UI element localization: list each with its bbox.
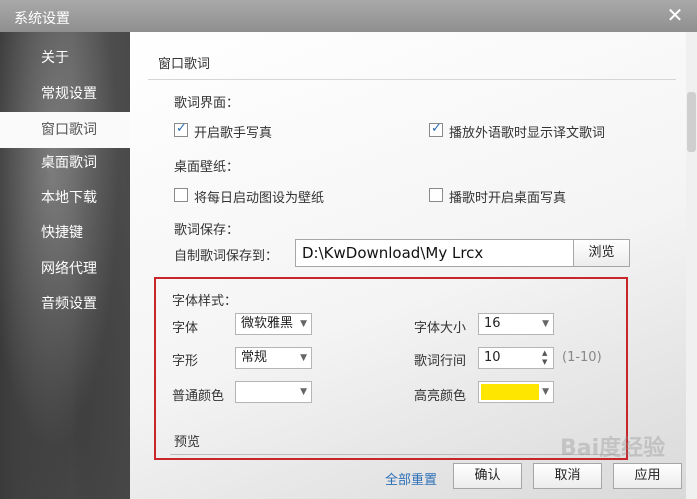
lyrics-ui-heading: 歌词界面：	[174, 96, 240, 111]
font-label: 字体	[172, 321, 199, 336]
highlight-color-label: 高亮颜色	[414, 389, 467, 404]
chevron-down-icon: ▼	[300, 353, 307, 363]
watermark: Bai度经验	[560, 436, 666, 461]
line-spacing-value: 10	[484, 350, 501, 365]
sidebar-item-window-lyrics[interactable]: 窗口歌词	[0, 112, 130, 148]
chevron-down-icon: ▼	[300, 387, 307, 397]
font-size-label: 字体大小	[414, 321, 467, 336]
sidebar-item-shortcuts[interactable]: 快捷键	[0, 215, 130, 251]
spinner-down-icon[interactable]: ▼	[542, 358, 550, 367]
sidebar-item-about[interactable]: 关于	[0, 40, 130, 76]
reset-all-button[interactable]: 全部重置	[385, 469, 437, 488]
sidebar: 关于 常规设置 窗口歌词 桌面歌词 本地下载 快捷键 网络代理 音频设置	[0, 32, 130, 499]
chevron-down-icon: ▼	[300, 319, 307, 329]
scrollbar-thumb[interactable]	[687, 92, 696, 152]
cancel-button[interactable]: 取消	[533, 463, 602, 489]
sidebar-item-proxy[interactable]: 网络代理	[0, 251, 130, 287]
highlight-color-picker[interactable]: ▼	[478, 381, 554, 403]
daily-wallpaper-checkbox[interactable]	[174, 188, 188, 202]
font-value: 微软雅黑	[241, 316, 294, 331]
divider	[148, 79, 676, 80]
scrollbar[interactable]	[686, 32, 697, 499]
line-spacing-input[interactable]: 10 ▲ ▼	[478, 347, 554, 369]
translation-label[interactable]: 播放外语歌时显示译文歌词	[449, 122, 605, 141]
chevron-down-icon: ▼	[542, 387, 549, 397]
font-select[interactable]: 微软雅黑 ▼	[235, 313, 312, 335]
window-title: 系统设置	[14, 11, 70, 27]
close-icon[interactable]: ✕	[663, 3, 687, 27]
normal-color-label: 普通颜色	[172, 389, 225, 404]
browse-button[interactable]: 浏览	[573, 239, 630, 267]
highlight-color-swatch	[481, 384, 539, 400]
desktop-photo-label[interactable]: 播歌时开启桌面写真	[449, 187, 566, 206]
daily-wallpaper-label[interactable]: 将每日启动图设为壁纸	[194, 187, 324, 206]
font-style-heading: 字体样式：	[172, 294, 238, 309]
sidebar-item-desktop-lyrics[interactable]: 桌面歌词	[0, 145, 130, 181]
preview-divider	[170, 454, 620, 455]
desktop-photo-checkbox[interactable]	[429, 188, 443, 202]
spinner-up-icon[interactable]: ▲	[542, 349, 550, 358]
sidebar-item-general[interactable]: 常规设置	[0, 76, 130, 112]
preview-label: 预览	[174, 435, 201, 450]
chevron-down-icon: ▼	[542, 319, 549, 329]
font-shape-select[interactable]: 常规 ▼	[235, 347, 312, 369]
sidebar-item-local-download[interactable]: 本地下载	[0, 180, 130, 216]
line-spacing-label: 歌词行间	[414, 354, 467, 369]
normal-color-picker[interactable]: ▼	[235, 381, 312, 403]
save-path-label: 自制歌词保存到：	[174, 249, 279, 264]
wallpaper-heading: 桌面壁纸：	[174, 160, 240, 175]
singer-photo-checkbox[interactable]	[174, 121, 188, 137]
ok-button[interactable]: 确认	[453, 463, 522, 489]
font-shape-value: 常规	[241, 350, 268, 365]
font-size-value: 16	[484, 316, 501, 331]
singer-photo-label[interactable]: 开启歌手写真	[194, 122, 272, 141]
font-shape-label: 字形	[172, 354, 199, 369]
title-bar: 系统设置 ✕	[0, 0, 697, 32]
translation-checkbox[interactable]	[429, 121, 443, 137]
save-heading: 歌词保存：	[174, 223, 240, 238]
save-path-input[interactable]: D:\KwDownload\My Lrcx	[295, 239, 574, 267]
line-spacing-range: (1-10)	[562, 350, 602, 365]
panel-title: 窗口歌词	[158, 57, 211, 72]
sidebar-item-audio[interactable]: 音频设置	[0, 286, 130, 322]
apply-button[interactable]: 应用	[613, 463, 682, 489]
font-size-select[interactable]: 16 ▼	[478, 313, 554, 335]
